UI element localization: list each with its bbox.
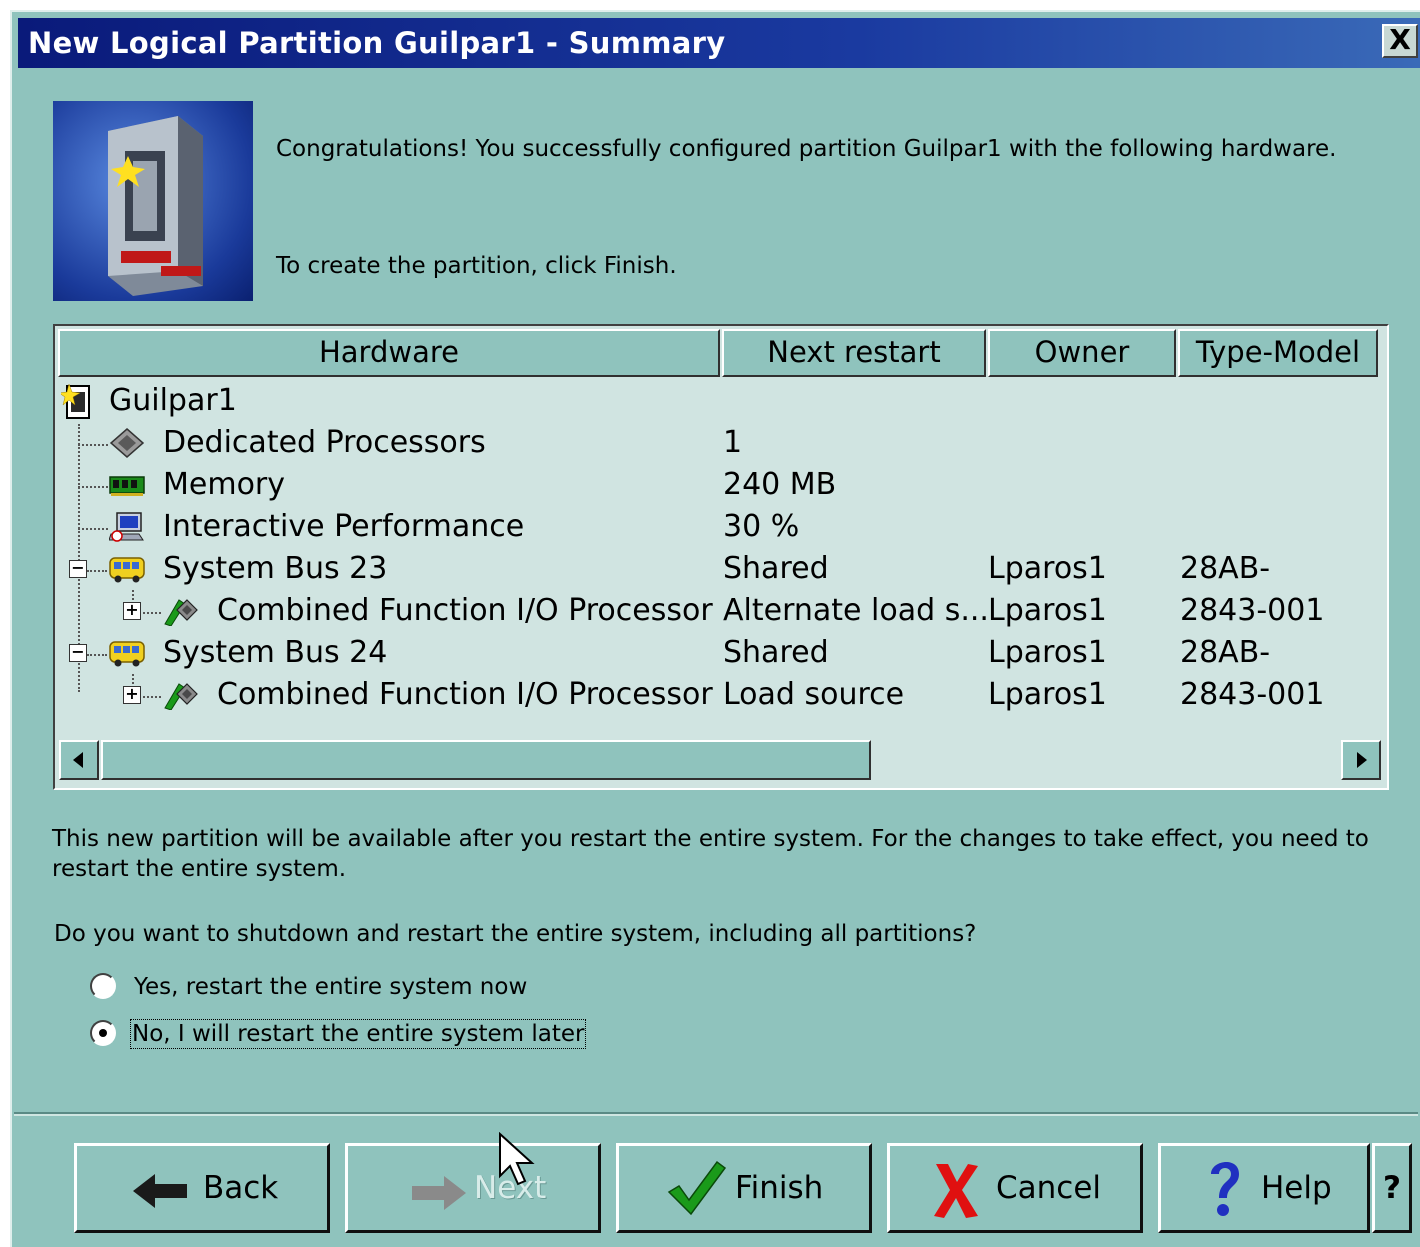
- memory-module-icon: [109, 476, 145, 496]
- type-model-value: 28AB-: [1180, 635, 1271, 670]
- owner-value: Lparos1: [988, 593, 1107, 628]
- help-button[interactable]: Help: [1158, 1143, 1370, 1233]
- title-bar[interactable]: New Logical Partition Guilpar1 - Summary…: [18, 18, 1420, 68]
- hardware-name: Dedicated Processors: [163, 425, 486, 460]
- column-header-type-model[interactable]: Type-Model: [1178, 329, 1378, 377]
- finish-button-label: Finish: [735, 1170, 824, 1206]
- red-x-cancel-icon: [934, 1164, 978, 1218]
- restart-question: Do you want to shutdown and restart the …: [54, 921, 977, 947]
- window-title: New Logical Partition Guilpar1 - Summary: [28, 26, 726, 60]
- hardware-name: Memory: [163, 467, 286, 502]
- type-model-value: 2843-001: [1180, 593, 1325, 628]
- tree-row-partition[interactable]: Guilpar1: [59, 380, 1383, 422]
- collapse-toggle[interactable]: −: [69, 560, 87, 578]
- expand-toggle[interactable]: +: [123, 686, 141, 704]
- next-restart-value: Alternate load s...: [723, 593, 989, 628]
- restart-later-radio[interactable]: [90, 1020, 116, 1046]
- partition-icon: [61, 383, 90, 419]
- restart-now-label[interactable]: Yes, restart the entire system now: [134, 974, 527, 1000]
- processor-chip-icon: [109, 428, 145, 458]
- hardware-tree-table[interactable]: Hardware Next restart Owner Type-Model G…: [53, 324, 1389, 790]
- next-restart-value: Shared: [723, 551, 829, 586]
- column-header-hardware[interactable]: Hardware: [58, 329, 720, 377]
- finish-button[interactable]: Finish: [616, 1143, 872, 1233]
- tree-row-io-processor[interactable]: + Combined Function I/O Processor Altern…: [59, 590, 1383, 632]
- scroll-right-button[interactable]: [1341, 740, 1381, 780]
- tree-rows: Guilpar1 Dedicated Processors 1 Memory 2…: [59, 380, 1383, 720]
- owner-value: Lparos1: [988, 551, 1107, 586]
- collapse-toggle[interactable]: −: [69, 644, 87, 662]
- button-separator: [14, 1112, 1418, 1116]
- system-bus-icon: [109, 641, 145, 667]
- whats-this-button[interactable]: ?: [1372, 1143, 1412, 1233]
- hardware-name: System Bus 23: [163, 551, 388, 586]
- tree-row-processors[interactable]: Dedicated Processors 1: [59, 422, 1383, 464]
- type-model-value: 28AB-: [1180, 551, 1271, 586]
- finish-instruction-text: To create the partition, click Finish.: [276, 253, 677, 279]
- type-model-value: 2843-001: [1180, 677, 1325, 712]
- next-restart-value: Shared: [723, 635, 829, 670]
- column-header-next-restart[interactable]: Next restart: [722, 329, 986, 377]
- tree-row-system-bus-23[interactable]: − System Bus 23 Shared Lparos1 28AB-: [59, 548, 1383, 590]
- tree-row-io-processor[interactable]: + Combined Function I/O Processor Load s…: [59, 674, 1383, 716]
- close-button[interactable]: X: [1382, 24, 1418, 58]
- hardware-name: System Bus 24: [163, 635, 388, 670]
- arrow-left-icon: [133, 1174, 187, 1208]
- tree-row-system-bus-24[interactable]: − System Bus 24 Shared Lparos1 28AB-: [59, 632, 1383, 674]
- question-mark-icon: [1211, 1161, 1239, 1216]
- scroll-left-button[interactable]: [59, 740, 99, 780]
- next-restart-value: Load source: [723, 677, 905, 712]
- system-bus-icon: [109, 557, 145, 583]
- tree-row-memory[interactable]: Memory 240 MB: [59, 464, 1383, 506]
- owner-value: Lparos1: [988, 635, 1107, 670]
- restart-later-label[interactable]: No, I will restart the entire system lat…: [129, 1019, 587, 1049]
- hardware-name: Combined Function I/O Processor: [217, 677, 713, 712]
- mouse-cursor-icon: [499, 1132, 535, 1186]
- horizontal-scrollbar[interactable]: [59, 740, 1383, 784]
- next-button[interactable]: Next: [345, 1132, 601, 1233]
- dialog-window: New Logical Partition Guilpar1 - Summary…: [10, 10, 1420, 1247]
- back-button[interactable]: Back: [74, 1143, 330, 1233]
- owner-value: Lparos1: [988, 677, 1107, 712]
- server-logo-image: [53, 101, 253, 301]
- tree-row-interactive-performance[interactable]: Interactive Performance 30 %: [59, 506, 1383, 548]
- io-processor-icon: [164, 599, 198, 626]
- next-restart-value: 240 MB: [723, 467, 837, 502]
- back-button-label: Back: [203, 1170, 279, 1206]
- next-restart-value: 30 %: [723, 509, 800, 544]
- next-restart-value: 1: [723, 425, 743, 460]
- io-processor-icon: [164, 683, 198, 710]
- restart-now-radio[interactable]: [90, 973, 116, 999]
- help-button-label: Help: [1261, 1170, 1332, 1206]
- performance-monitor-icon: [109, 512, 144, 542]
- arrow-left-icon: [73, 752, 83, 768]
- hardware-name: Interactive Performance: [163, 509, 525, 544]
- whats-this-label: ?: [1383, 1170, 1401, 1206]
- column-header-owner[interactable]: Owner: [988, 329, 1176, 377]
- arrow-right-icon: [412, 1176, 466, 1210]
- checkmark-icon: [667, 1160, 727, 1216]
- restart-notice-line1: This new partition will be available aft…: [52, 826, 1369, 852]
- hardware-name: Guilpar1: [109, 383, 237, 418]
- restart-notice-line2: restart the entire system.: [52, 856, 347, 882]
- congratulations-text: Congratulations! You successfully config…: [276, 136, 1337, 162]
- scrollbar-thumb[interactable]: [101, 740, 871, 780]
- expand-toggle[interactable]: +: [123, 602, 141, 620]
- cancel-button[interactable]: Cancel: [887, 1143, 1143, 1233]
- hardware-name: Combined Function I/O Processor: [217, 593, 713, 628]
- cancel-button-label: Cancel: [996, 1170, 1102, 1206]
- arrow-right-icon: [1357, 752, 1367, 768]
